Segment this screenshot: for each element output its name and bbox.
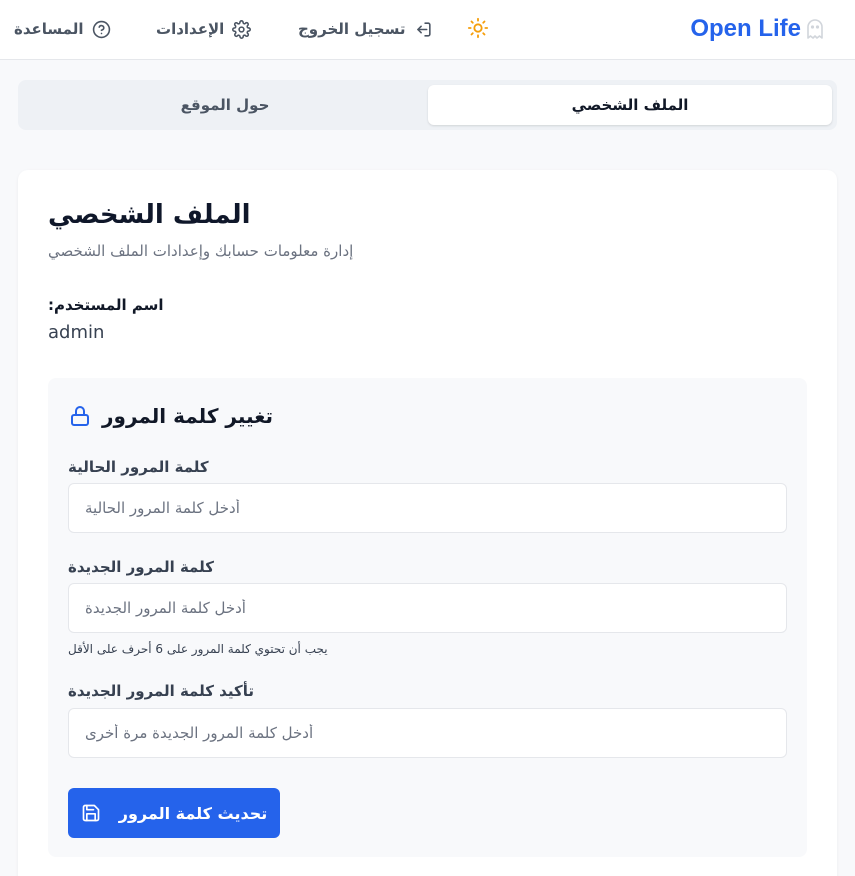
update-password-button[interactable]: تحديث كلمة المرور [68, 788, 280, 838]
save-icon [82, 804, 100, 822]
settings-button[interactable]: الإعدادات [156, 16, 252, 42]
profile-card: الملف الشخصي إدارة معلومات حسابك وإعدادا… [18, 170, 837, 876]
username-label: اسم المستخدم: [48, 296, 164, 314]
top-navbar: Open Life تسجيل الخروج الإعدادات المساعد [0, 0, 855, 60]
password-hint: يجب أن تحتوي كلمة المرور على 6 أحرف على … [68, 642, 328, 656]
page-subtitle: إدارة معلومات حسابك وإعدادات الملف الشخص… [48, 242, 354, 260]
brand-name: Open Life [690, 15, 801, 42]
theme-toggle-button[interactable] [466, 16, 490, 40]
help-circle-icon [92, 20, 110, 38]
tab-profile[interactable]: الملف الشخصي [428, 85, 832, 125]
confirm-password-label: تأكيد كلمة المرور الجديدة [68, 682, 254, 700]
new-password-input[interactable] [68, 583, 787, 633]
logout-button[interactable]: تسجيل الخروج [298, 16, 433, 42]
username-value: admin [48, 322, 105, 343]
current-password-input[interactable] [68, 483, 787, 533]
update-password-label: تحديث كلمة المرور [118, 803, 268, 823]
tab-about[interactable]: حول الموقع [23, 85, 427, 125]
change-password-panel: تغيير كلمة المرور كلمة المرور الحالية كل… [48, 378, 807, 857]
sun-icon [467, 17, 489, 39]
help-label: المساعدة [14, 20, 84, 38]
logout-icon [416, 21, 431, 37]
page-title: الملف الشخصي [48, 200, 251, 230]
help-button[interactable]: المساعدة [14, 16, 111, 42]
settings-label: الإعدادات [156, 20, 225, 38]
change-password-title: تغيير كلمة المرور [102, 404, 273, 428]
change-password-heading: تغيير كلمة المرور [68, 402, 273, 430]
tab-bar: الملف الشخصي حول الموقع [18, 80, 837, 130]
lock-icon [71, 406, 89, 426]
gear-icon [232, 19, 252, 39]
ghost-icon [807, 19, 823, 39]
brand-logo[interactable]: Open Life [690, 12, 827, 46]
current-password-label: كلمة المرور الحالية [68, 458, 209, 476]
confirm-password-input[interactable] [68, 708, 787, 758]
new-password-label: كلمة المرور الجديدة [68, 558, 214, 576]
logout-label: تسجيل الخروج [298, 20, 406, 38]
